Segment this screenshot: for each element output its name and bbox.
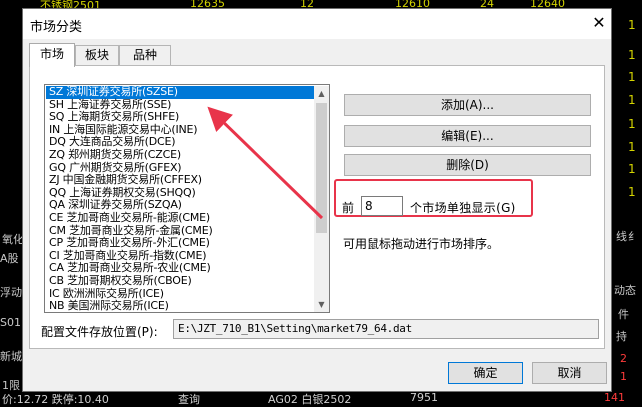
query-link[interactable]: 查询 [178,391,200,407]
market-list-item[interactable]: CB 芝加哥期权交易所(CBOE) [46,275,316,288]
front-count-prefix: 前 [342,199,354,216]
market-list-item[interactable]: ZJ 中国金融期货交易所(CFFEX) [46,174,316,187]
right-price: 1 [628,140,636,154]
tab-variety[interactable]: 品种 [119,45,171,65]
market-list-item[interactable]: CP 芝加哥商业交易所-外汇(CME) [46,237,316,250]
background-left-strip [0,0,22,404]
bg-label: 动态 [614,282,636,298]
market-list-item[interactable]: CE 芝加哥商业交易所-能源(CME) [46,212,316,225]
bg-label: 氧化 [2,231,24,247]
scroll-thumb[interactable] [316,103,327,233]
scroll-down-icon[interactable]: ▼ [314,297,329,312]
right-price: 1 [628,185,636,199]
scroll-up-icon[interactable]: ▲ [314,86,329,101]
status-text: AG02 白银2502 [268,391,351,407]
bg-label: A股 [0,250,19,266]
market-list-item[interactable]: NB 美国洲际交易所(ICE) [46,300,316,313]
bg-label: 线 [616,228,627,244]
status-text: 7951 [410,391,438,404]
market-list: SZ 深圳证券交易所(SZSE)SH 上海证券交易所(SSE)SQ 上海期货交易… [46,86,316,313]
bg-label: 1 [620,370,627,383]
tab-market[interactable]: 市场 [29,43,75,67]
bg-label: 浮动 [0,284,22,300]
bg-label: 新城 [0,348,22,364]
market-category-dialog: 市场分类 ✕ 市场 板块 品种 SZ 深圳证券交易所(SZSE)SH 上海证券交… [22,8,612,392]
right-price: 1 [628,18,636,32]
cancel-button[interactable]: 取消 [532,362,607,384]
market-listbox[interactable]: SZ 深圳证券交易所(SZSE)SH 上海证券交易所(SSE)SQ 上海期货交易… [44,84,330,313]
market-list-item[interactable]: SQ 上海期货交易所(SHFE) [46,111,316,124]
front-count-suffix: 个市场单独显示(G) [410,199,516,216]
bg-label: 件 [618,306,629,322]
right-price: 1 [628,70,636,84]
background-status-row: 价:12.72 跌停:10.40 查询 AG02 白银2502 7951 141 [0,392,642,404]
delete-button[interactable]: 删除(D) [344,154,591,176]
edit-button[interactable]: 编辑(E)... [344,125,591,147]
config-path-label: 配置文件存放位置(P): [41,323,158,340]
status-text: 141 [604,391,625,404]
bg-label: 持 [616,328,627,344]
drag-sort-hint: 可用鼠标拖动进行市场排序。 [343,235,499,252]
list-scrollbar[interactable]: ▲ ▼ [314,86,329,312]
right-price: 1 [628,117,636,131]
right-price: 1 [628,48,636,62]
tab-sector[interactable]: 板块 [75,45,119,65]
dialog-titlebar[interactable]: 市场分类 ✕ [23,9,611,39]
config-path-field[interactable]: E:\JZT_710_B1\Setting\market79_64.dat [173,319,599,339]
front-count-input[interactable]: 8 [361,196,403,216]
bg-label: 纟 [628,228,639,244]
right-price: 1 [628,162,636,176]
dialog-title: 市场分类 [30,16,82,35]
status-text: 价:12.72 跌停:10.40 [2,391,109,407]
right-price: 1 [628,93,636,107]
add-button[interactable]: 添加(A)... [344,94,591,116]
bg-label: 2 [620,352,627,365]
close-icon[interactable]: ✕ [590,14,608,32]
market-list-item[interactable]: SZ 深圳证券交易所(SZSE) [46,86,316,99]
market-list-item[interactable]: ZQ 郑州期货交易所(CZCE) [46,149,316,162]
ok-button[interactable]: 确定 [448,362,523,384]
